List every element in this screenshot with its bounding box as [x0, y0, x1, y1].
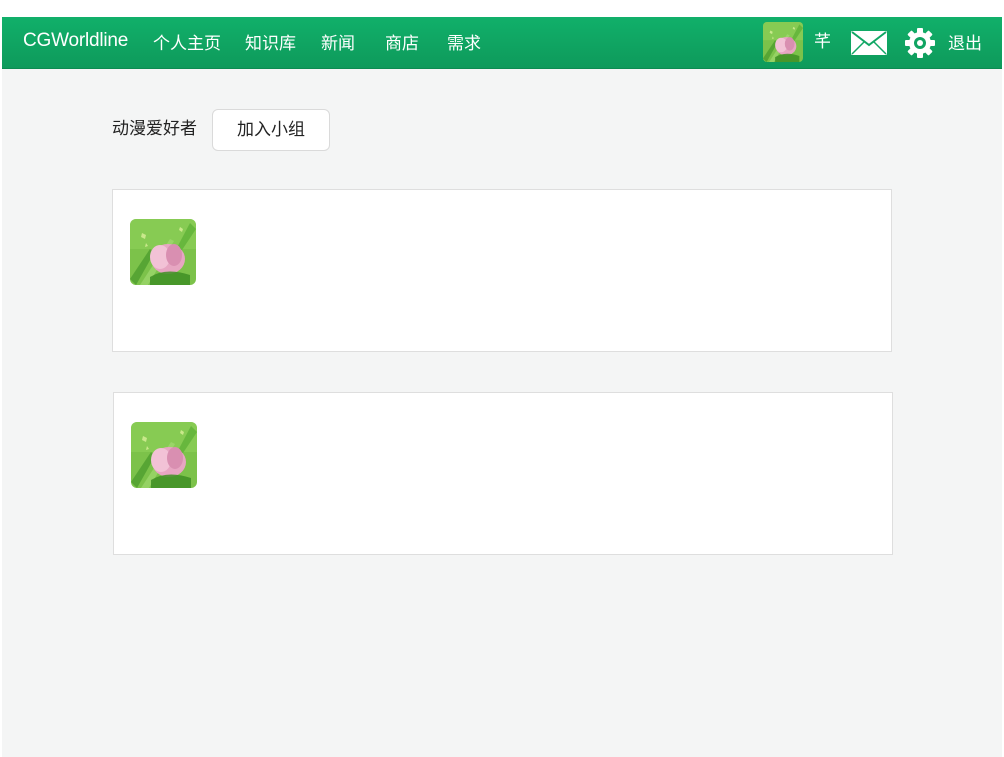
page-background: CGWorldline 个人主页 知识库 新闻 商店 需求 芊 退出 动漫爱好者…	[2, 17, 1002, 757]
avatar	[131, 422, 197, 488]
brand-logo[interactable]: CGWorldline	[23, 29, 128, 53]
gear-icon[interactable]	[904, 27, 936, 59]
nav-item-shop[interactable]: 商店	[385, 32, 419, 56]
top-navbar: CGWorldline 个人主页 知识库 新闻 商店 需求 芊 退出	[2, 17, 1002, 69]
join-group-button[interactable]: 加入小组	[212, 109, 330, 151]
nav-item-news[interactable]: 新闻	[321, 32, 355, 56]
mail-icon[interactable]	[850, 30, 888, 56]
avatar	[130, 219, 196, 285]
post-card	[113, 392, 893, 555]
logout-link[interactable]: 退出	[948, 32, 982, 56]
post-author-avatar[interactable]	[130, 219, 196, 285]
post-author-avatar[interactable]	[131, 422, 197, 488]
post-card	[112, 189, 892, 352]
nav-item-demand[interactable]: 需求	[447, 32, 481, 56]
user-name[interactable]: 芊	[814, 30, 831, 54]
avatar	[763, 22, 803, 62]
group-name: 动漫爱好者	[112, 119, 197, 139]
user-avatar[interactable]	[763, 22, 803, 62]
nav-item-knowledge[interactable]: 知识库	[245, 32, 296, 56]
nav-item-home[interactable]: 个人主页	[153, 32, 221, 56]
